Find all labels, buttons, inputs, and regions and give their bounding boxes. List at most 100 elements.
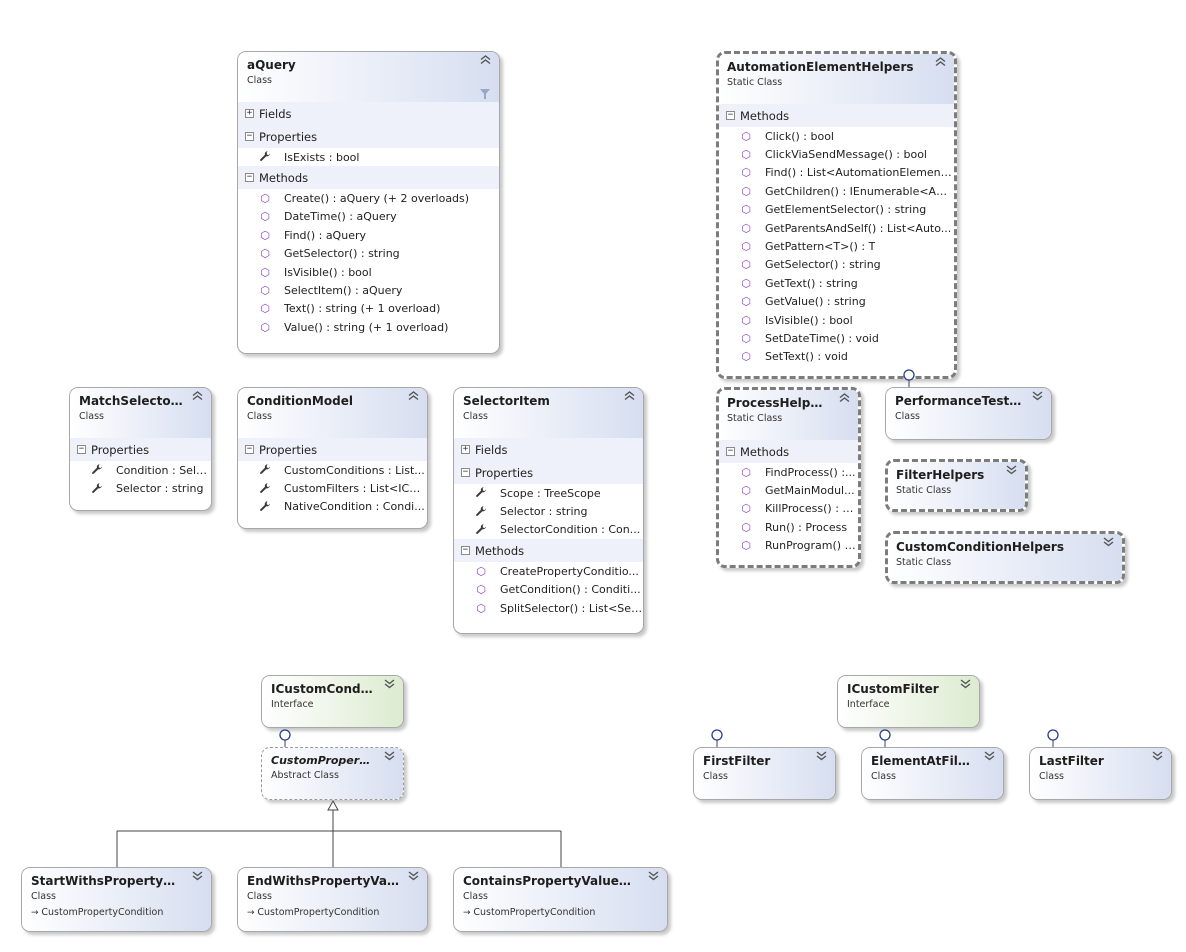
class-diagram-canvas[interactable]: aQuery Class + Fields − Properties IsExists : … — [0, 0, 1186, 952]
process-helpers-section-methods[interactable]: − Methods — [719, 440, 858, 463]
method-item[interactable]: ⬡ GetMainModul... — [719, 481, 858, 499]
a-query-section-methods[interactable]: − Methods — [238, 166, 499, 190]
process-helpers-box[interactable]: ProcessHelpers Static Class − Methods ⬡ FindP… — [716, 387, 861, 568]
method-item[interactable]: ⬡ FindProcess() :... — [719, 463, 858, 481]
chevron-down-double-icon[interactable] — [408, 871, 419, 884]
method-item[interactable]: ⬡ GetSelector() : string — [719, 256, 954, 274]
filter-helpers-header[interactable]: FilterHelpers Static Class — [888, 462, 1025, 509]
collapse-minus-icon[interactable]: − — [245, 173, 254, 183]
chevron-up-double-icon[interactable] — [935, 57, 946, 70]
first-filter-header[interactable]: FirstFilter Class — [694, 748, 835, 799]
method-item[interactable]: ⬡ IsVisible() : bool — [238, 263, 499, 281]
automation-element-helpers-box[interactable]: AutomationElementHelpers Static Class − Met… — [716, 51, 957, 379]
method-item[interactable]: ⬡ CreatePropertyConditio... — [454, 562, 643, 580]
chevron-down-double-icon[interactable] — [1152, 751, 1163, 764]
property-item[interactable]: Condition : Sele... — [70, 461, 211, 479]
method-item[interactable]: ⬡ GetChildren() : IEnumerable<Aut... — [719, 182, 954, 200]
condition-model-section-properties[interactable]: − Properties — [238, 438, 427, 461]
method-item[interactable]: ⬡ IsVisible() : bool — [719, 311, 954, 329]
a-query-box[interactable]: aQuery Class + Fields − Properties IsExists : … — [237, 51, 500, 354]
match-selector-c-box[interactable]: MatchSelectorC... Class −Properties Conditi… — [69, 387, 212, 511]
last-filter-box[interactable]: LastFilter Class — [1029, 747, 1172, 800]
chevron-down-double-icon[interactable] — [1032, 391, 1043, 404]
contains-property-value-condi-box[interactable]: ContainsPropertyValueCondi... Class → Cust… — [453, 867, 668, 932]
method-item[interactable]: ⬡ GetPattern<T>() : T — [719, 237, 954, 255]
custom-condition-helpers-box[interactable]: CustomConditionHelpers Static Class — [885, 531, 1125, 584]
match-selector-c-header[interactable]: MatchSelectorC... Class — [70, 388, 211, 438]
selector-item-section-methods[interactable]: − Methods — [454, 539, 643, 563]
process-helpers-header[interactable]: ProcessHelpers Static Class — [719, 390, 858, 440]
performance-tester-box[interactable]: PerformanceTester Class — [885, 387, 1052, 440]
start-withs-property-valu-box[interactable]: StartWithsPropertyValu... Class → CustomPr… — [21, 867, 212, 932]
custom-condition-helpers-header[interactable]: CustomConditionHelpers Static Class — [888, 534, 1122, 581]
element-at-filter-box[interactable]: ElementAtFilter Class — [861, 747, 1004, 800]
selector-item-section-properties[interactable]: − Properties — [454, 461, 643, 484]
property-item[interactable]: CustomConditions : List... — [238, 461, 427, 479]
collapse-minus-icon[interactable]: − — [245, 445, 254, 454]
end-withs-property-value-box[interactable]: EndWithsPropertyValue... Class → CustomPro… — [237, 867, 428, 932]
collapse-minus-icon[interactable]: − — [461, 468, 470, 477]
method-item[interactable]: ⬡ GetCondition() : Conditi... — [454, 581, 643, 599]
collapse-minus-icon[interactable]: − — [726, 111, 735, 120]
chevron-down-double-icon[interactable] — [384, 679, 395, 692]
property-item[interactable]: Scope : TreeScope — [454, 484, 643, 502]
method-item[interactable]: ⬡ SetDateTime() : void — [719, 329, 954, 347]
method-item[interactable]: ⬡ GetParentsAndSelf() : List<Auto... — [719, 219, 954, 237]
collapse-minus-icon[interactable]: − — [245, 132, 254, 141]
selector-item-header[interactable]: SelectorItem Class — [454, 388, 643, 438]
chevron-down-double-icon[interactable] — [1006, 465, 1017, 478]
icustom-filter-box[interactable]: ICustomFilter Interface — [837, 675, 980, 728]
chevron-up-double-icon[interactable] — [624, 391, 635, 404]
property-item[interactable]: Selector : string — [70, 479, 211, 497]
element-at-filter-header[interactable]: ElementAtFilter Class — [862, 748, 1003, 799]
filter-helpers-box[interactable]: FilterHelpers Static Class — [885, 459, 1028, 512]
a-query-section-properties[interactable]: − Properties — [238, 125, 499, 148]
method-item[interactable]: ⬡ RunProgram() :... — [719, 537, 858, 555]
method-item[interactable]: ⬡ Text() : string (+ 1 overload) — [238, 300, 499, 318]
chevron-down-double-icon[interactable] — [1103, 537, 1114, 550]
method-item[interactable]: ⬡ Value() : string (+ 1 overload) — [238, 318, 499, 336]
first-filter-box[interactable]: FirstFilter Class — [693, 747, 836, 800]
method-item[interactable]: ⬡ SetText() : void — [719, 348, 954, 366]
method-item[interactable]: ⬡ SplitSelector() : List<Sel... — [454, 599, 643, 617]
method-item[interactable]: ⬡ ClickViaSendMessage() : bool — [719, 145, 954, 163]
a-query-section-fields[interactable]: + Fields — [238, 102, 499, 125]
property-item[interactable]: SelectorCondition : Con... — [454, 521, 643, 539]
chevron-up-double-icon[interactable] — [480, 55, 491, 68]
a-query-header[interactable]: aQuery Class — [238, 52, 499, 102]
method-item[interactable]: ⬡ GetSelector() : string — [238, 245, 499, 263]
chevron-down-double-icon[interactable] — [648, 871, 659, 884]
chevron-down-double-icon[interactable] — [816, 751, 827, 764]
icustom-condition-header[interactable]: ICustomCondition Interface — [262, 676, 403, 727]
method-item[interactable]: ⬡ Find() : aQuery — [238, 226, 499, 244]
method-item[interactable]: ⬡ DateTime() : aQuery — [238, 208, 499, 226]
chevron-up-double-icon[interactable] — [839, 393, 850, 406]
method-item[interactable]: ⬡ KillProcess() : v... — [719, 500, 858, 518]
chevron-down-double-icon[interactable] — [960, 679, 971, 692]
chevron-up-double-icon[interactable] — [192, 391, 203, 404]
end-withs-property-value-header[interactable]: EndWithsPropertyValue... Class → CustomPro… — [238, 868, 427, 931]
method-item[interactable]: ⬡ Create() : aQuery (+ 2 overloads) — [238, 189, 499, 207]
last-filter-header[interactable]: LastFilter Class — [1030, 748, 1171, 799]
property-item[interactable]: CustomFilters : List<ICus... — [238, 479, 427, 497]
condition-model-box[interactable]: ConditionModel Class − Properties CustomCond… — [237, 387, 428, 529]
method-item[interactable]: ⬡ Find() : List<AutomationElement... — [719, 164, 954, 182]
automation-element-helpers-section-methods[interactable]: − Methods — [719, 104, 954, 127]
collapse-minus-icon[interactable]: − — [77, 445, 86, 454]
match-selector-c-section-properties[interactable]: − Properties — [70, 438, 211, 461]
property-item[interactable]: Selector : string — [454, 502, 643, 520]
chevron-down-double-icon[interactable] — [384, 751, 395, 764]
start-withs-property-valu-header[interactable]: StartWithsPropertyValu... Class → CustomPr… — [22, 868, 211, 931]
chevron-down-double-icon[interactable] — [984, 751, 995, 764]
method-item[interactable]: ⬡ GetElementSelector() : string — [719, 201, 954, 219]
performance-tester-header[interactable]: PerformanceTester Class — [886, 388, 1051, 439]
property-item[interactable]: NativeCondition : Condi... — [238, 498, 427, 516]
condition-model-header[interactable]: ConditionModel Class — [238, 388, 427, 438]
custom-property-co-box[interactable]: CustomPropertyCo... Abstract Class — [261, 747, 404, 800]
expand-plus-icon[interactable]: + — [245, 109, 254, 118]
funnel-icon[interactable] — [480, 89, 490, 99]
contains-property-value-condi-header[interactable]: ContainsPropertyValueCondi... Class → Cust… — [454, 868, 667, 931]
method-item[interactable]: ⬡ GetValue() : string — [719, 293, 954, 311]
method-item[interactable]: ⬡ Run() : Process — [719, 518, 858, 536]
collapse-minus-icon[interactable]: − — [726, 447, 735, 456]
